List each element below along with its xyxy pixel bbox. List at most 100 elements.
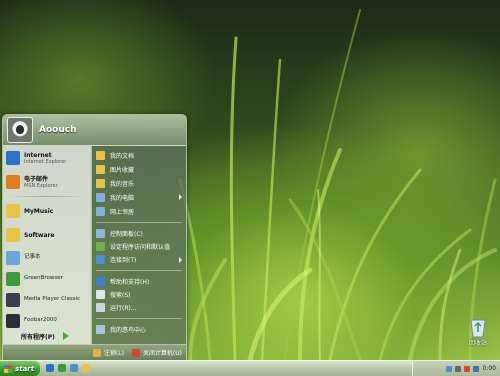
key-icon (92, 348, 101, 357)
all-programs-button[interactable]: 所有程序(P) (3, 327, 91, 345)
recent-program-label: Media Player Classic (24, 296, 81, 302)
pinned-program[interactable]: 电子邮件 MSN Explorer (3, 170, 91, 194)
connect-icon (96, 255, 105, 264)
menu-item-documents-folder[interactable]: 我的文档 (92, 148, 186, 162)
separator (96, 270, 182, 271)
recent-program[interactable]: 记事本 (3, 247, 91, 268)
user-name: Aoouch (39, 125, 77, 135)
folder-icon (6, 228, 20, 242)
clock: 0:00 (482, 365, 496, 372)
separator (96, 222, 182, 223)
folder-icon (6, 204, 20, 218)
start-menu-header: Aoouch (3, 115, 186, 146)
program-defaults-icon (96, 242, 105, 251)
menu-item-pictures-folder[interactable]: 图片收藏 (92, 162, 186, 176)
recent-program[interactable]: Media Player Classic (3, 289, 91, 310)
desktop-icon-label: 回收站 (468, 340, 487, 347)
network-tray-icon[interactable] (445, 365, 452, 372)
greenbrowser-icon (6, 271, 20, 286)
menu-item-label: 运行(R)... (110, 305, 137, 312)
avatar[interactable] (7, 117, 33, 143)
desktop-icon-recycle-bin[interactable]: 回收站 (458, 316, 498, 347)
menu-item-label: 我的音乐 (110, 180, 135, 188)
menu-item-label: 我的悠鸟中心 (110, 327, 147, 334)
pinned-program-title: Internet (24, 151, 52, 159)
ime-tray-icon[interactable] (472, 365, 479, 372)
logoff-label: 注销(L) (103, 350, 124, 357)
quick-launch-desktop-icon[interactable] (70, 364, 78, 372)
shutdown-button[interactable]: 关闭计算机(U) (131, 348, 182, 357)
menu-item-user-center[interactable]: 我的悠鸟中心 (92, 323, 186, 336)
help-icon (96, 277, 105, 286)
shutdown-label: 关闭计算机(U) (142, 350, 182, 357)
menu-item-label: 网上邻居 (110, 208, 135, 216)
antivirus-tray-icon[interactable] (463, 365, 470, 372)
network-icon (96, 206, 105, 216)
recent-program-label: Software (24, 231, 55, 239)
pinned-program-subtitle: Internet Explorer (24, 158, 67, 165)
windows-logo-icon (4, 364, 12, 373)
media-player-icon (6, 292, 20, 307)
music-folder-icon (96, 178, 105, 188)
system-tray: 0:00 (412, 361, 500, 376)
pictures-folder-icon (96, 164, 105, 174)
separator (96, 318, 182, 319)
quick-launch-media-icon[interactable] (58, 364, 66, 372)
menu-item-label: 帮助和支持(H) (110, 279, 150, 286)
start-menu-footer: 注销(L) 关闭计算机(U) (3, 344, 186, 360)
control-panel-icon (96, 229, 105, 238)
start-menu: Aoouch Internet Internet Explorer 电子邮件 MSN … (2, 114, 187, 361)
recent-program-label: Foobar2000 (24, 317, 57, 323)
menu-item-connect[interactable]: 连接到(T) (92, 253, 186, 266)
menu-item-help[interactable]: 帮助和支持(H) (92, 275, 186, 288)
menu-item-control-panel[interactable]: 控制面板(C) (92, 227, 186, 240)
menu-item-program-defaults[interactable]: 设定程序访问和默认值 (92, 240, 186, 253)
submenu-arrow-icon (179, 194, 182, 200)
start-menu-body: Internet Internet Explorer 电子邮件 MSN Explore… (3, 146, 186, 345)
volume-tray-icon[interactable] (454, 365, 461, 372)
computer-icon (96, 192, 105, 202)
menu-item-label: 我的文档 (110, 152, 135, 160)
menu-item-label: 控制面板(C) (110, 231, 143, 238)
menu-item-label: 设定程序访问和默认值 (110, 244, 171, 251)
pinned-program[interactable]: Internet Internet Explorer (3, 146, 91, 170)
quick-launch-folder-icon[interactable] (82, 364, 90, 372)
submenu-arrow-icon (179, 256, 182, 263)
pinned-program-title: 电子邮件 (24, 175, 49, 183)
separator (7, 196, 87, 197)
start-menu-left-pane: Internet Internet Explorer 电子邮件 MSN Explore… (3, 146, 91, 345)
taskbar: start 0:00 (0, 360, 500, 376)
pinned-program-subtitle: MSN Explorer (24, 182, 58, 189)
menu-item-search[interactable]: 搜索(S) (92, 288, 186, 301)
menu-item-music-folder[interactable]: 我的音乐 (92, 176, 186, 190)
recent-program[interactable]: GreenBrowser (3, 268, 91, 289)
green-arrow-icon (62, 332, 69, 340)
menu-item-label: 搜索(S) (110, 292, 131, 299)
notepad-icon (6, 250, 20, 265)
menu-item-network[interactable]: 网上邻居 (92, 204, 186, 218)
foobar-icon (6, 313, 20, 328)
quick-launch-ie-icon[interactable] (46, 364, 54, 372)
recent-program[interactable]: MyMusic (3, 199, 91, 223)
start-button-label: start (15, 364, 35, 373)
user-center-icon (96, 325, 105, 334)
menu-item-label: 我的电脑 (110, 194, 135, 202)
start-button[interactable]: start (0, 361, 40, 376)
menu-item-label: 图片收藏 (110, 166, 135, 174)
search-icon (96, 290, 105, 299)
menu-item-run[interactable]: 运行(R)... (92, 301, 186, 314)
recent-program-label: 记事本 (24, 254, 41, 260)
run-icon (96, 303, 105, 312)
recent-program-label: GreenBrowser (24, 275, 63, 281)
ie-icon (6, 151, 20, 165)
recycle-bin-icon (468, 316, 488, 338)
menu-item-label: 连接到(T) (110, 257, 137, 264)
documents-folder-icon (96, 150, 105, 160)
start-menu-right-pane: 我的文档图片收藏我的音乐我的电脑网上邻居控制面板(C) 设定程序访问和默认值 连接到… (91, 146, 186, 345)
menu-item-computer[interactable]: 我的电脑 (92, 190, 186, 204)
power-icon (131, 348, 140, 357)
all-programs-label: 所有程序(P) (21, 333, 55, 341)
logoff-button[interactable]: 注销(L) (92, 348, 124, 357)
recent-program[interactable]: Software (3, 223, 91, 247)
msn-icon (6, 175, 20, 189)
